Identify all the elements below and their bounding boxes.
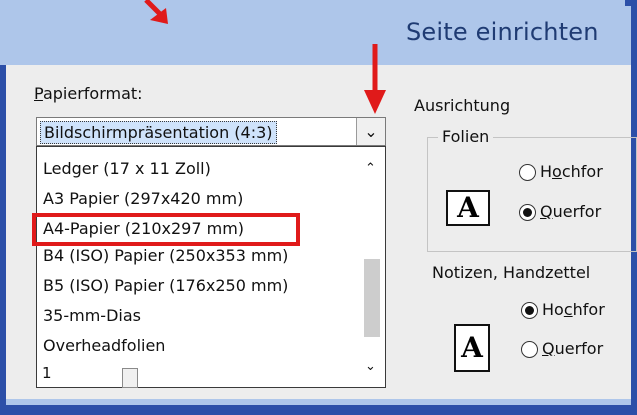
scroll-down-icon[interactable]: ⌄ bbox=[365, 359, 376, 374]
annotation-arrow-icon bbox=[364, 44, 386, 114]
scroll-thumb[interactable] bbox=[364, 259, 380, 337]
notizen-portrait-label: Hochfor bbox=[542, 300, 605, 319]
orientation-group-label: Ausrichtung bbox=[412, 96, 513, 115]
list-item[interactable]: B4 (ISO) Papier (250x353 mm) bbox=[43, 243, 288, 269]
folien-landscape-radio[interactable] bbox=[519, 204, 536, 221]
folien-portrait-radio[interactable] bbox=[519, 164, 536, 181]
folien-portrait-label: Hochfor bbox=[540, 162, 603, 181]
numbering-start-field[interactable]: 1 bbox=[36, 362, 138, 388]
folien-landscape-label: Querfor bbox=[540, 202, 602, 221]
folien-group-label: Folien bbox=[438, 127, 494, 146]
list-item[interactable]: Overheadfolien bbox=[43, 333, 165, 359]
spinner-icon[interactable] bbox=[122, 368, 138, 388]
list-item[interactable]: Ledger (17 x 11 Zoll) bbox=[43, 156, 211, 182]
list-item[interactable]: B5 (ISO) Papier (176x250 mm) bbox=[43, 273, 288, 299]
paper-format-selected-value: Bildschirmpräsentation (4:3) bbox=[40, 121, 277, 144]
annotation-arrow-icon bbox=[144, 0, 168, 24]
annotation-highlight-box bbox=[32, 213, 300, 246]
numbering-start-value: 1 bbox=[42, 364, 52, 382]
paper-format-list: Ledger (17 x 11 Zoll) A3 Papier (297x420… bbox=[36, 146, 386, 388]
dialog-title: Seite einrichten bbox=[406, 18, 599, 46]
list-item[interactable]: A3 Papier (297x420 mm) bbox=[43, 186, 243, 212]
title-bar: Seite einrichten bbox=[0, 0, 625, 65]
list-scrollbar[interactable]: ⌃ ⌄ bbox=[355, 147, 385, 387]
notizen-portrait-radio[interactable] bbox=[521, 302, 538, 319]
list-item[interactable]: 35-mm-Dias bbox=[43, 303, 141, 329]
paper-format-label: Papierformat: bbox=[34, 84, 143, 103]
paper-format-select[interactable]: Bildschirmpräsentation (4:3) ⌄ bbox=[36, 117, 386, 146]
notizen-landscape-radio[interactable] bbox=[521, 341, 538, 358]
notizen-landscape-label: Querfor bbox=[542, 339, 604, 358]
chevron-down-icon[interactable]: ⌄ bbox=[356, 118, 385, 145]
scroll-up-icon[interactable]: ⌃ bbox=[365, 161, 376, 176]
notizen-group-label: Notizen, Handzettel bbox=[428, 263, 595, 282]
portrait-page-icon: A bbox=[454, 324, 490, 372]
landscape-page-icon: A bbox=[446, 190, 490, 226]
